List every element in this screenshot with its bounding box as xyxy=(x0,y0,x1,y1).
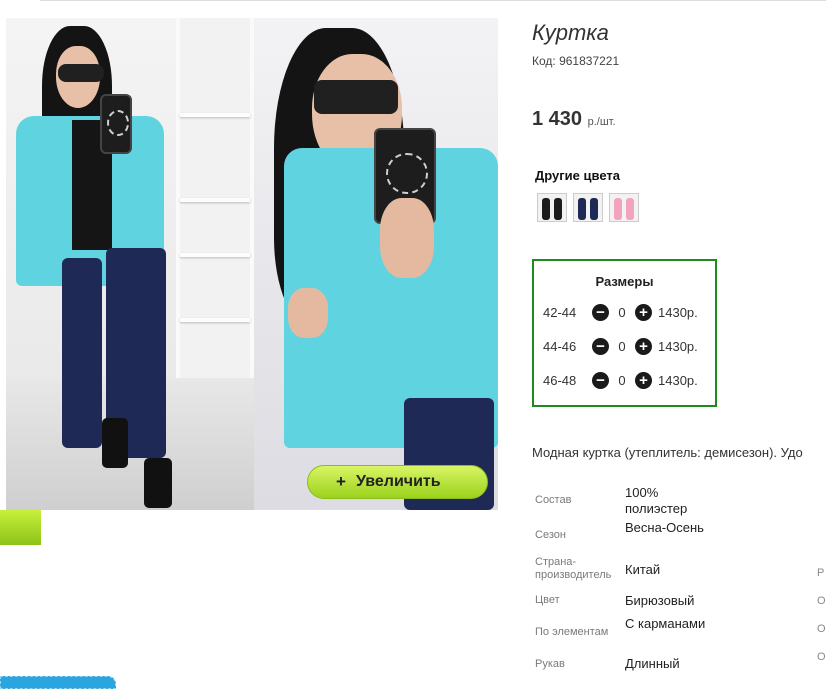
size-row: 46-48 − 0 + 1430р. xyxy=(543,371,698,389)
quantity-value[interactable]: 0 xyxy=(609,373,635,388)
plus-icon[interactable]: + xyxy=(635,303,652,321)
size-price: 1430р. xyxy=(658,304,698,320)
product-photo[interactable] xyxy=(6,18,498,510)
product-price: 1 430 р./шт. xyxy=(532,108,616,131)
sizes-heading: Размеры xyxy=(595,274,654,289)
spec-value: 100% полиэстер xyxy=(625,485,688,516)
edge-letter: О xyxy=(817,651,826,663)
size-row: 42-44 − 0 + 1430р. xyxy=(543,303,698,321)
phone-case xyxy=(100,94,132,154)
minus-icon[interactable]: − xyxy=(592,371,609,389)
enlarge-button[interactable]: + Увеличить xyxy=(307,465,488,499)
shelf xyxy=(176,18,254,418)
enlarge-label: Увеличить xyxy=(355,473,441,490)
size-label: 44-46 xyxy=(543,338,577,354)
minus-icon[interactable]: − xyxy=(592,337,609,355)
size-label: 46-48 xyxy=(543,372,577,388)
product-title: Куртка xyxy=(532,20,609,45)
photo-right-panel xyxy=(254,18,498,510)
size-row: 44-46 − 0 + 1430р. xyxy=(543,337,698,355)
size-price: 1430р. xyxy=(658,338,698,354)
photo-left-panel xyxy=(6,18,254,510)
size-price: 1430р. xyxy=(658,372,698,388)
product-description: Модная куртка (утеплитель: демисезон). У… xyxy=(532,445,803,460)
minus-icon[interactable]: − xyxy=(592,303,609,321)
price-value: 1 430 xyxy=(532,108,583,130)
top-divider xyxy=(40,0,826,1)
sizes-box: Размеры 42-44 − 0 + 1430р. 44-46 − 0 + 1… xyxy=(532,259,717,407)
spec-key: Страна-производитель xyxy=(535,556,612,581)
quantity-value[interactable]: 0 xyxy=(609,339,635,354)
edge-letter: О xyxy=(817,595,826,607)
product-code: Код: 961837221 xyxy=(532,54,620,68)
spec-value: Бирюзовый xyxy=(625,593,695,608)
bottom-blue-tab[interactable] xyxy=(0,676,116,689)
edge-letter: О xyxy=(817,623,826,635)
spec-value: Весна-Осень xyxy=(625,520,704,535)
spec-key: По элементам xyxy=(535,626,609,638)
edge-letter: Р xyxy=(817,567,825,579)
spec-value: Длинный xyxy=(625,656,680,671)
other-colors-heading: Другие цвета xyxy=(535,168,620,183)
spec-key: Цвет xyxy=(535,594,560,606)
quantity-value[interactable]: 0 xyxy=(609,305,635,320)
color-swatch-pink[interactable] xyxy=(609,193,639,222)
color-swatch-black[interactable] xyxy=(537,193,567,222)
size-label: 42-44 xyxy=(543,304,577,320)
plus-icon[interactable]: + xyxy=(635,337,652,355)
spec-key: Состав xyxy=(535,494,572,506)
left-green-tab[interactable] xyxy=(0,510,41,545)
plus-icon[interactable]: + xyxy=(635,371,652,389)
color-swatch-navy[interactable] xyxy=(573,193,603,222)
spec-key: Рукав xyxy=(535,658,565,670)
price-unit: р./шт. xyxy=(587,116,616,128)
spec-key: Сезон xyxy=(535,529,566,541)
plus-icon: + xyxy=(336,472,346,491)
spec-value: С карманами xyxy=(625,616,706,631)
spec-value: Китай xyxy=(625,562,661,577)
color-swatches xyxy=(537,193,639,222)
